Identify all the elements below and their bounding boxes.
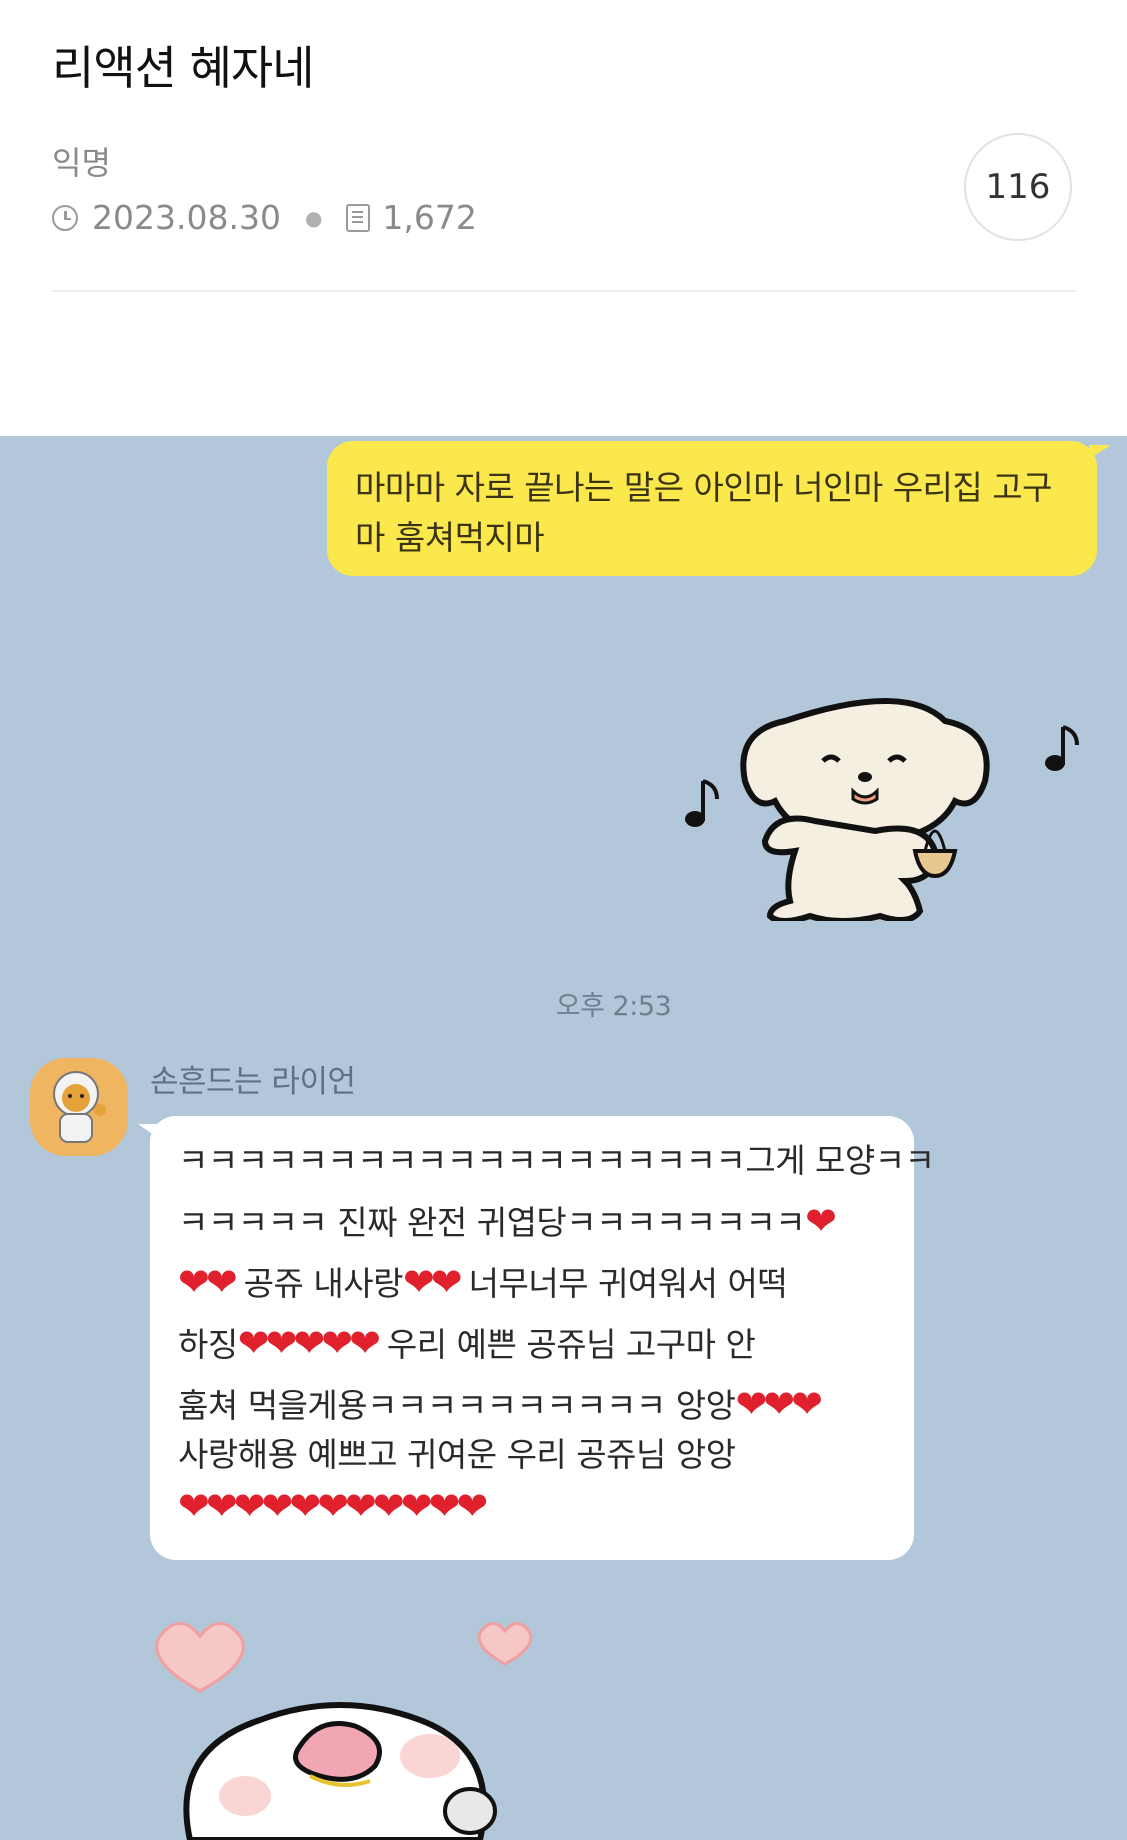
blushing-chick-sticker <box>155 1622 533 1840</box>
post-title: 리액션 혜자네 <box>52 41 315 95</box>
incoming-message-line: ❤❤❤❤❤❤❤❤❤❤❤ <box>178 1476 894 1537</box>
heart-emoji-icon: ❤❤❤❤❤❤❤❤❤❤❤ <box>178 1484 488 1528</box>
music-note-icon <box>1045 725 1079 771</box>
clock-icon <box>52 204 78 231</box>
message-text: 공쥬 내사랑 <box>233 1264 404 1303</box>
ryan-character-icon <box>30 1058 128 1156</box>
heart-emoji-icon: ❤❤❤❤❤ <box>237 1321 381 1365</box>
post-author[interactable]: 익명 <box>52 138 111 184</box>
incoming-message-line: ㅋㅋㅋㅋㅋㅋㅋㅋㅋㅋㅋㅋㅋㅋㅋㅋㅋㅋㅋ그게 모양ㅋㅋ <box>178 1130 935 1191</box>
chat-screenshot: 마마마 자로 끝나는 말은 아인마 너인마 우리집 고구 마 훔쳐먹지마 오후 … <box>0 436 1127 1840</box>
views-icon <box>346 203 371 232</box>
post-date: 2023.08.30 <box>92 198 281 237</box>
message-text: 사랑해용 예쁘고 귀여운 우리 공쥬님 앙앙 <box>178 1435 736 1474</box>
message-timestamp: 오후 2:53 <box>555 991 672 1022</box>
incoming-message-line: ❤❤ 공쥬 내사랑❤❤ 너무너무 귀여워서 어떡 <box>178 1252 894 1313</box>
message-text: 하징 <box>178 1325 238 1364</box>
outgoing-message-line: 마마마 자로 끝나는 말은 아인마 너인마 우리집 고구 <box>355 468 1053 507</box>
post-meta: 2023.08.30 ● 1,672 <box>52 198 477 237</box>
message-text: 훔쳐 먹을게용ㅋㅋㅋㅋㅋㅋㅋㅋㅋㅋ 앙앙 <box>178 1386 736 1425</box>
heart-emoji-icon: ❤ <box>805 1199 837 1243</box>
meta-separator: ● <box>304 205 323 230</box>
outgoing-message-line: 마 훔쳐먹지마 <box>355 518 545 557</box>
message-text: 우리 예쁜 공쥬님 고구마 안 <box>376 1325 756 1364</box>
message-text: ㅋㅋㅋㅋㅋ 진짜 완전 귀엽당ㅋㅋㅋㅋㅋㅋㅋㅋ <box>178 1203 806 1242</box>
incoming-message-line: 하징❤❤❤❤❤ 우리 예쁜 공쥬님 고구마 안 <box>178 1313 894 1374</box>
incoming-message-bubble: ㅋㅋㅋㅋㅋㅋㅋㅋㅋㅋㅋㅋㅋㅋㅋㅋㅋㅋㅋ그게 모양ㅋㅋ ㅋㅋㅋㅋㅋ 진짜 완전 귀… <box>138 1116 935 1560</box>
outgoing-message-bubble: 마마마 자로 끝나는 말은 아인마 너인마 우리집 고구 마 훔쳐먹지마 <box>327 441 1111 576</box>
post-header: 리액션 혜자네 익명 2023.08.30 ● 1,672 116 <box>0 0 1127 436</box>
comment-count-button[interactable]: 116 <box>964 133 1072 241</box>
avatar[interactable] <box>30 1058 128 1156</box>
incoming-message-line: ㅋㅋㅋㅋㅋ 진짜 완전 귀엽당ㅋㅋㅋㅋㅋㅋㅋㅋ❤ <box>178 1191 894 1252</box>
incoming-message-line: 훔쳐 먹을게용ㅋㅋㅋㅋㅋㅋㅋㅋㅋㅋ 앙앙❤❤❤ <box>178 1374 894 1426</box>
header-divider <box>52 290 1076 292</box>
heart-emoji-icon: ❤❤❤ <box>735 1382 823 1426</box>
sender-name: 손흔드는 라이언 <box>150 1064 356 1100</box>
heart-emoji-icon: ❤❤ <box>178 1260 238 1304</box>
view-count: 1,672 <box>382 198 477 237</box>
message-text: 너무너무 귀여워서 어떡 <box>458 1264 788 1303</box>
heart-icon <box>155 1622 245 1693</box>
dancing-puppy-sticker <box>685 698 1079 921</box>
heart-icon <box>477 1622 533 1666</box>
incoming-message-line: 사랑해용 예쁘고 귀여운 우리 공쥬님 앙앙 <box>178 1424 894 1476</box>
heart-emoji-icon: ❤❤ <box>402 1260 463 1304</box>
message-text: ㅋㅋㅋㅋㅋㅋㅋㅋㅋㅋㅋㅋㅋㅋㅋㅋㅋㅋㅋ그게 모양ㅋㅋ <box>178 1141 935 1180</box>
music-note-icon <box>685 779 719 827</box>
